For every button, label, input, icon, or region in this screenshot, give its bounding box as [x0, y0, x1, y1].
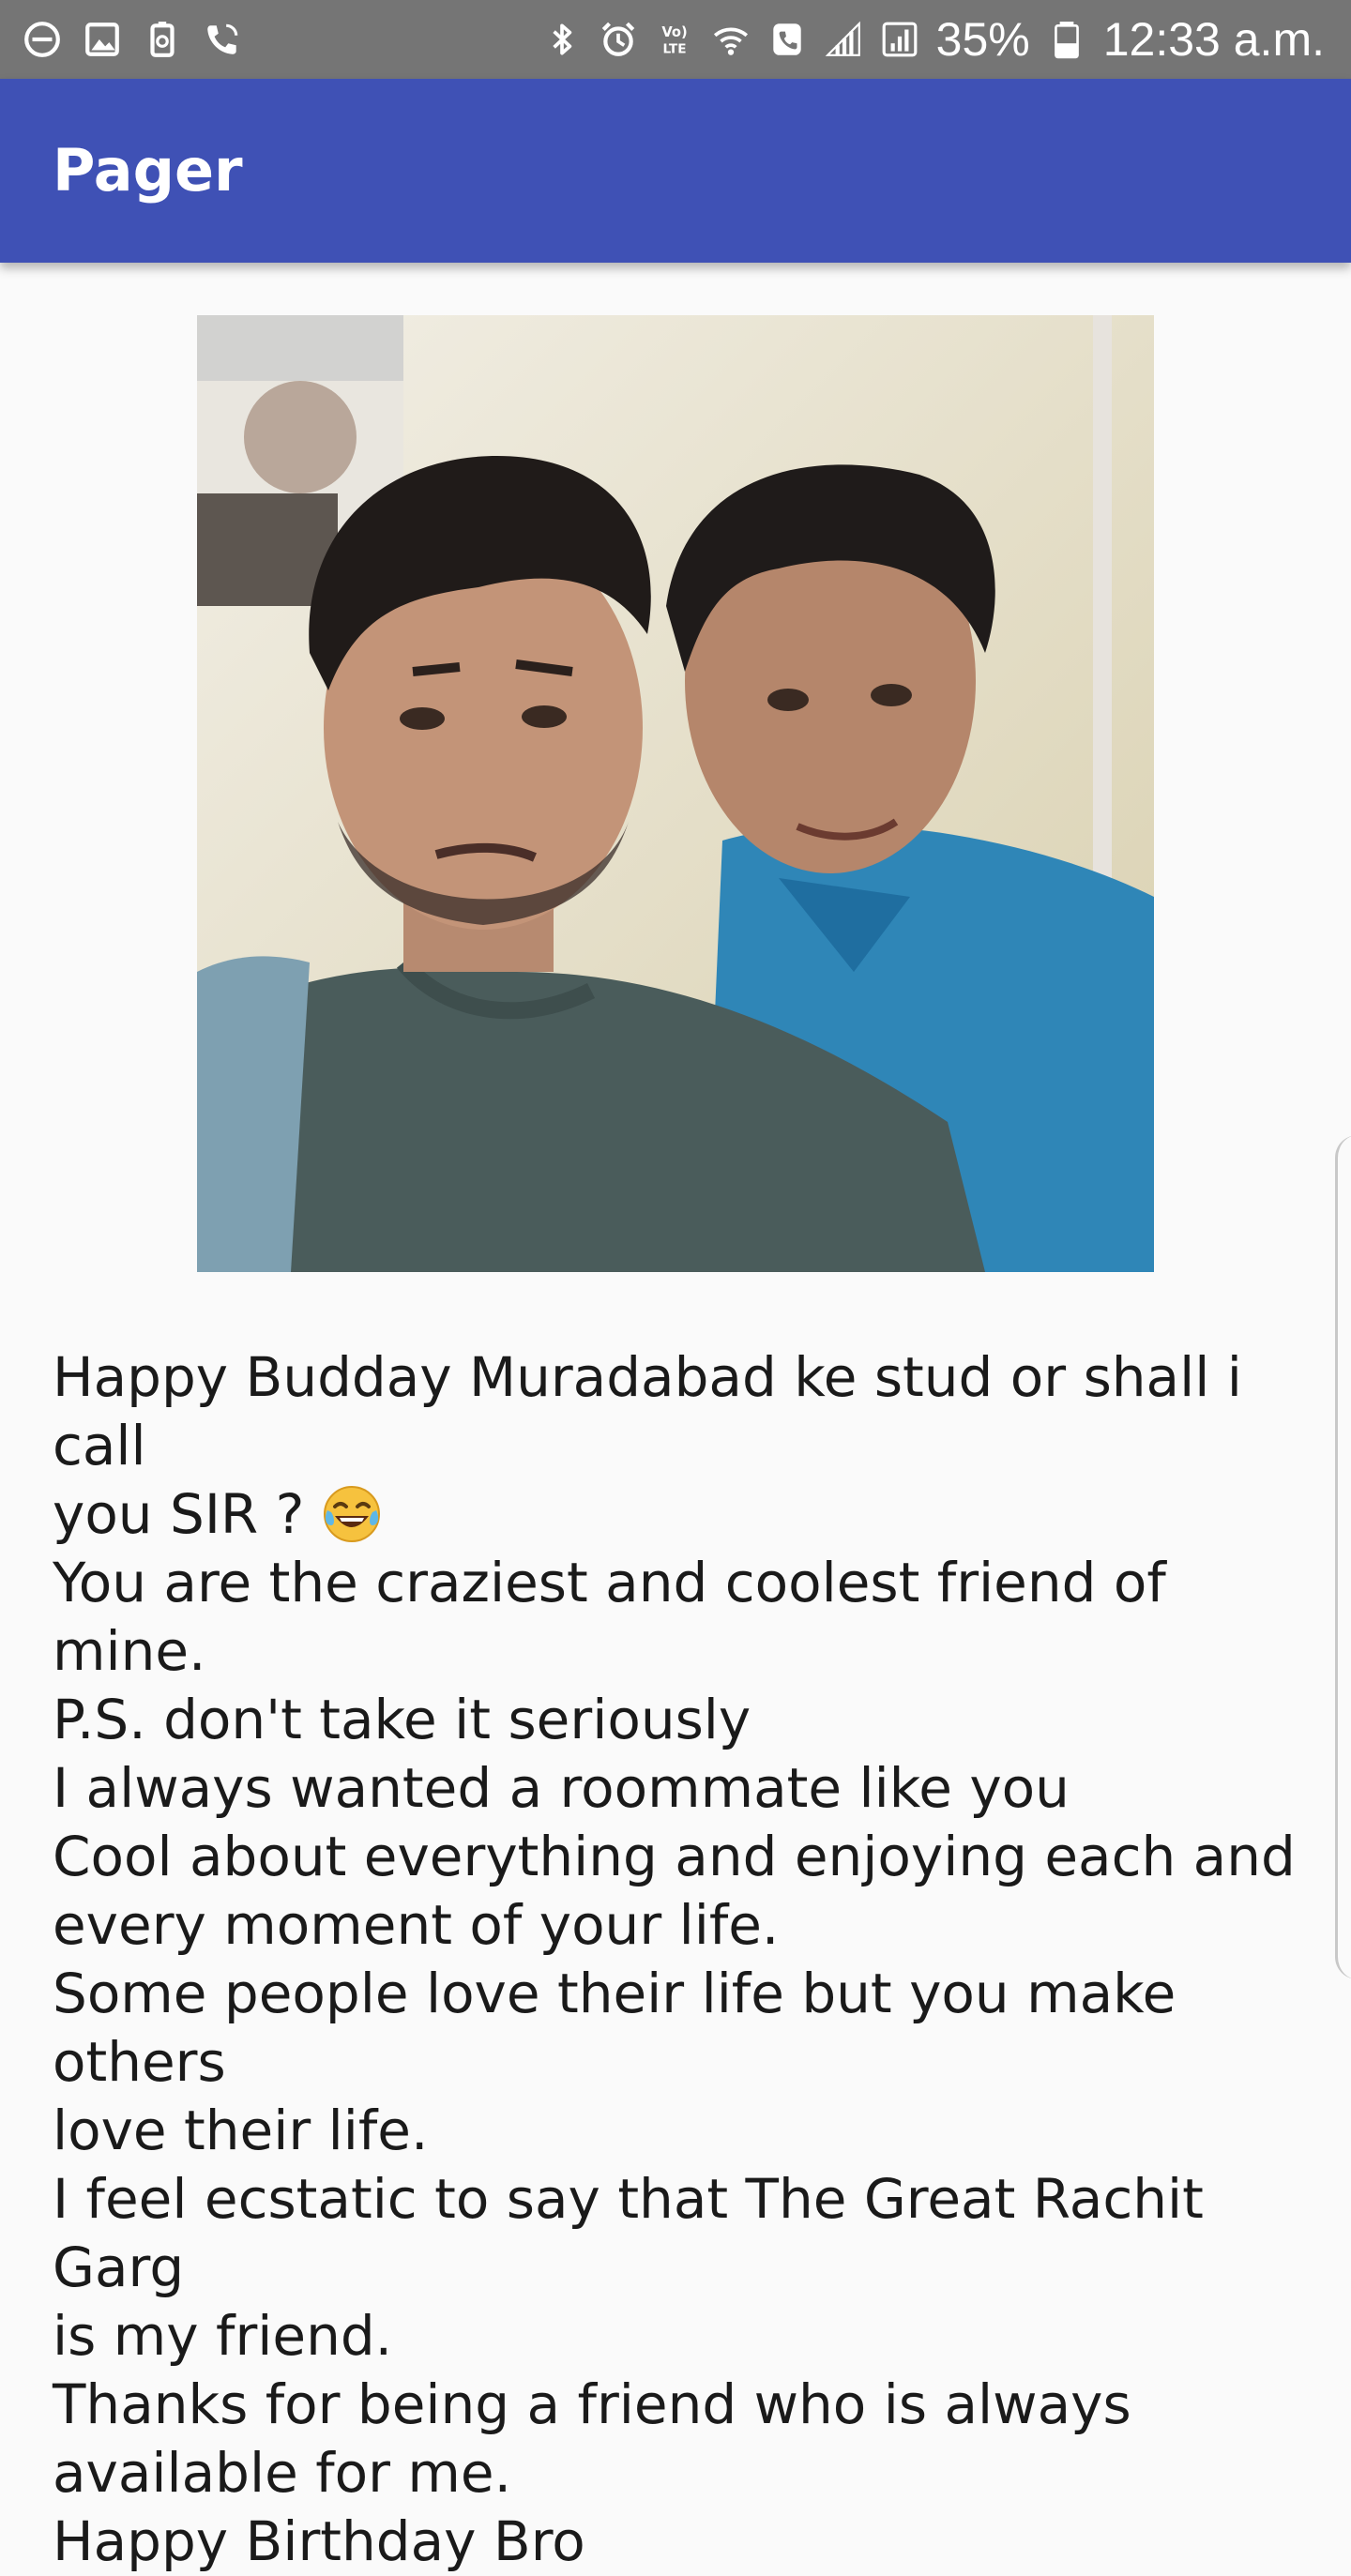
svg-text:LTE: LTE — [662, 42, 686, 57]
message-line-with-emoji: you SIR ? — [53, 1480, 1300, 1549]
message-line: Thanks for being a friend who is always — [53, 2372, 1131, 2436]
message-line: You are the craziest and coolest friend … — [53, 1551, 1184, 1683]
message-line: Cool about everything and enjoying each … — [53, 1825, 1296, 1888]
birthday-message: Happy Budday Muradabad ke stud or shall … — [53, 1343, 1300, 2576]
status-bar: Vo) LTE 35% 12:33 a.m. — [0, 0, 1351, 79]
message-line: is my friend. — [53, 2304, 393, 2368]
image-icon — [83, 20, 122, 59]
signal-icon — [824, 20, 863, 59]
signal-icon — [880, 20, 919, 59]
message-line: Happy Birthday Bro — [53, 2509, 585, 2573]
clock: 12:33 a.m. — [1102, 13, 1325, 66]
wifi-calling-icon — [203, 20, 242, 59]
bluetooth-icon — [542, 20, 582, 59]
edge-panel-handle[interactable] — [1335, 1135, 1351, 1979]
message-line: I feel ecstatic to say that The Great Ra… — [53, 2167, 1222, 2299]
battery-percent: 35% — [935, 13, 1030, 66]
wifi-icon — [711, 20, 751, 59]
message-line: available for me. — [53, 2441, 512, 2505]
alarm-icon — [599, 20, 638, 59]
message-line: Happy Budday Muradabad ke stud or shall … — [53, 1345, 1260, 1477]
battery-icon — [1047, 20, 1086, 59]
volte-icon: Vo) LTE — [655, 20, 694, 59]
message-line: Some people love their life but you make… — [53, 1962, 1193, 2094]
status-right-icons: Vo) LTE 35% 12:33 a.m. — [542, 11, 1325, 68]
do-not-disturb-icon — [23, 20, 62, 59]
app-bar: Pager — [0, 79, 1351, 263]
page-title: Pager — [53, 136, 243, 205]
message-line: every moment of your life. — [53, 1893, 780, 1957]
photo-illustration — [197, 315, 1154, 1272]
message-line: you SIR ? — [53, 1482, 305, 1546]
message-line: P.S. don't take it seriously — [53, 1688, 751, 1751]
message-line: I always wanted a roommate like you — [53, 1756, 1070, 1820]
call-icon — [767, 20, 807, 59]
laughing-tears-emoji-icon — [322, 1484, 382, 1544]
message-line: love their life. — [53, 2099, 429, 2162]
battery-saver-icon — [143, 20, 182, 59]
pager-content[interactable]: Happy Budday Muradabad ke stud or shall … — [0, 263, 1351, 2573]
friends-photo — [197, 315, 1154, 1272]
status-left-icons — [23, 15, 242, 64]
svg-text:Vo): Vo) — [661, 24, 687, 40]
